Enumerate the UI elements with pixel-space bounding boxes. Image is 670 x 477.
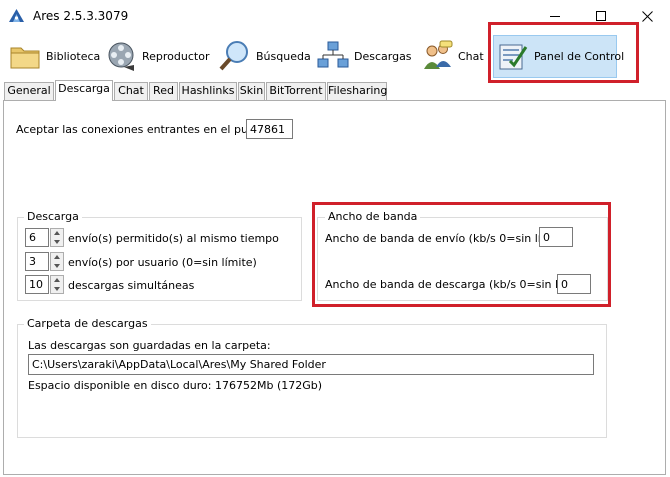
folder-icon xyxy=(10,47,40,69)
toolbar-reproductor-label: Reproductor xyxy=(142,49,210,63)
arrow-down-icon xyxy=(54,240,60,244)
descarga-group-title: Descarga xyxy=(24,210,82,223)
arrow-up-icon xyxy=(54,255,60,259)
toolbar-descargas-button[interactable]: Descargas xyxy=(316,33,412,79)
download-folder-description: Las descargas son guardadas en la carpet… xyxy=(28,339,271,352)
toolbar-descargas-label: Descargas xyxy=(354,49,412,63)
disk-space-label: Espacio disponible en disco duro: 176752… xyxy=(28,379,323,392)
toolbar-chat-label: Chat xyxy=(458,49,484,63)
arrow-down-icon xyxy=(54,264,60,268)
toolbar-chat-button[interactable]: Chat xyxy=(420,33,484,79)
toolbar-biblioteca-label: Biblioteca xyxy=(46,49,101,63)
toolbar-reproductor-button[interactable]: Reproductor xyxy=(104,33,209,79)
simultaneous-downloads-value: 10 xyxy=(29,278,43,291)
port-label: Aceptar las conexiones entrantes en el p… xyxy=(16,123,274,136)
simultaneous-downloads-label: descargas simultáneas xyxy=(68,279,195,292)
film-reel-icon xyxy=(108,42,134,71)
arrow-up-icon xyxy=(54,231,60,235)
network-icon xyxy=(317,41,349,68)
uploads-per-user-label: envío(s) por usuario (0=sin límite) xyxy=(68,256,257,269)
simultaneous-uploads-label: envío(s) permitido(s) al mismo tiempo xyxy=(68,232,279,245)
tab-chat[interactable]: Chat xyxy=(114,82,148,100)
tab-skin[interactable]: Skin xyxy=(238,82,265,100)
uploads-per-user-stepper[interactable] xyxy=(50,252,64,271)
simultaneous-downloads-stepper[interactable] xyxy=(50,275,64,294)
simultaneous-uploads-stepper[interactable] xyxy=(50,228,64,247)
tab-row: General Descarga Chat Red Hashlinks Skin… xyxy=(4,80,664,101)
download-folder-path-input[interactable]: C:\Users\zaraki\AppData\Local\Ares\My Sh… xyxy=(28,354,594,375)
arrow-down-icon xyxy=(54,287,60,291)
simultaneous-downloads-spinner[interactable]: 10 xyxy=(25,275,49,294)
close-icon xyxy=(641,10,653,22)
toolbar-busqueda-button[interactable]: Búsqueda xyxy=(218,33,311,79)
uploads-per-user-spinner[interactable]: 3 xyxy=(25,252,49,271)
uploads-per-user-value: 3 xyxy=(29,255,36,268)
arrow-up-icon xyxy=(54,278,60,282)
port-input[interactable]: 47861 xyxy=(246,119,293,139)
tab-bittorrent[interactable]: BitTorrent xyxy=(266,82,326,100)
simultaneous-uploads-spinner[interactable]: 6 xyxy=(25,228,49,247)
magnifier-icon xyxy=(219,41,248,71)
window-title: Ares 2.5.3.3079 xyxy=(33,9,129,23)
tab-hashlinks[interactable]: Hashlinks xyxy=(179,82,237,100)
tab-red[interactable]: Red xyxy=(149,82,178,100)
ares-logo-icon xyxy=(9,9,24,22)
tab-filesharing[interactable]: Filesharing xyxy=(327,82,387,100)
tab-general[interactable]: General xyxy=(4,82,54,100)
highlight-panel-de-control-box xyxy=(488,22,639,83)
toolbar-busqueda-label: Búsqueda xyxy=(256,49,311,63)
simultaneous-uploads-value: 6 xyxy=(29,231,36,244)
toolbar-biblioteca-button[interactable]: Biblioteca xyxy=(8,33,100,79)
download-folder-group-title: Carpeta de descargas xyxy=(24,317,151,330)
maximize-icon xyxy=(595,10,606,21)
tab-descarga[interactable]: Descarga xyxy=(55,80,113,101)
highlight-bandwidth-box xyxy=(312,202,611,307)
users-chat-icon xyxy=(424,40,453,69)
minimize-icon xyxy=(549,15,560,17)
